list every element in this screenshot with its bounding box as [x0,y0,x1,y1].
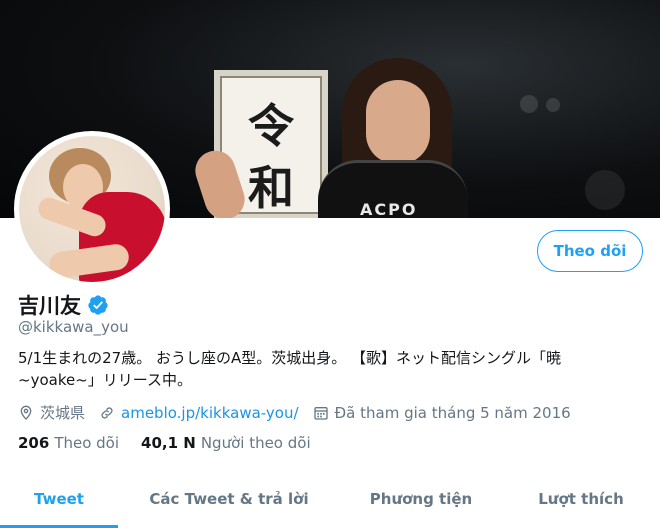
handle: @kikkawa_you [18,318,129,336]
tab-likes[interactable]: Lượt thích [502,470,660,528]
banner-shirt-text: ACPO [360,200,418,218]
verified-badge-icon [88,295,108,315]
following-count: 206 [18,434,50,452]
bio: 5/1生まれの27歳。 おうし座のA型。茨城出身。 【歌】ネット配信シングル「暁… [18,349,562,389]
calendar-icon [313,406,328,420]
profile-meta: 茨城県 ameblo.jp/kikkawa-you/ Đã tham gia t… [18,402,585,423]
link-icon [101,406,113,419]
name-row: 吉川友 [18,290,109,320]
tab-tweets[interactable]: Tweet [0,470,118,528]
location: 茨城県 [18,402,85,423]
follow-button[interactable]: Theo dõi [537,230,643,272]
joined-date: Đã tham gia tháng 5 năm 2016 [313,404,571,422]
followers-count: 40,1 N [141,434,196,452]
avatar[interactable] [14,131,170,287]
website[interactable]: ameblo.jp/kikkawa-you/ [99,404,299,422]
following-stat[interactable]: 206 Theo dõi [18,434,119,452]
stage-light [520,95,538,113]
banner-person-face [366,80,430,164]
website-link[interactable]: ameblo.jp/kikkawa-you/ [121,404,299,422]
tab-tweets-and-replies[interactable]: Các Tweet & trả lời [118,470,340,528]
board-character: 令 [248,99,294,153]
profile-tabs: Tweet Các Tweet & trả lời Phương tiện Lư… [0,470,660,528]
tab-media[interactable]: Phương tiện [340,470,502,528]
location-text: 茨城県 [40,404,86,422]
tab-label: Lượt thích [538,490,624,508]
followers-label: Người theo dõi [200,434,311,452]
stage-light [585,170,625,210]
followers-stat[interactable]: 40,1 N Người theo dõi [141,434,311,452]
joined-text: Đã tham gia tháng 5 năm 2016 [334,403,571,422]
tab-label: Phương tiện [369,490,473,508]
tab-label: Tweet [34,490,84,508]
follow-stats: 206 Theo dõi 40,1 N Người theo dõi [18,434,333,452]
tab-label: Các Tweet & trả lời [149,490,309,508]
stage-light [546,98,560,112]
following-label: Theo dõi [54,434,120,452]
display-name: 吉川友 [18,294,81,318]
location-pin-icon [20,405,32,420]
